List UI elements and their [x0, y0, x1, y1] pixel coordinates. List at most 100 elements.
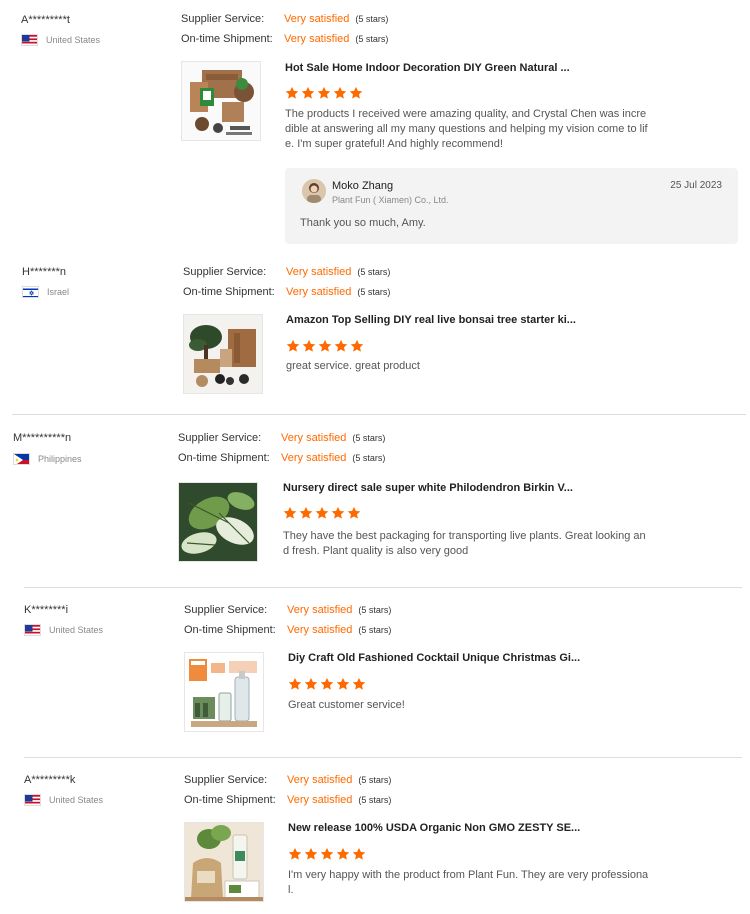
star-icon: [317, 86, 331, 100]
review-text: They have the best packaging for transpo…: [283, 530, 646, 557]
rating-count: (5 stars): [355, 34, 389, 44]
star-icon: [320, 847, 334, 861]
star-icon: [352, 847, 366, 861]
rating-value: Very satisfied: [286, 266, 352, 278]
review-text: great service. great product: [286, 360, 420, 372]
star-rating: [288, 847, 366, 861]
ontime-shipment-rating: On-time Shipment: Very satisfied (5 stars): [181, 33, 388, 45]
rating-value: Very satisfied: [287, 774, 353, 786]
star-icon: [288, 847, 302, 861]
supplier-service-label: Supplier Service:: [178, 432, 262, 444]
rating-value: Very satisfied: [284, 33, 350, 45]
ontime-shipment-rating: On-time Shipment: Very satisfied (5 stars): [184, 624, 391, 636]
rating-count: (5 stars): [355, 14, 389, 24]
rating-value: Very satisfied: [286, 286, 352, 298]
us-flag-icon: [24, 624, 41, 636]
supplier-service-label: Supplier Service:: [184, 604, 268, 616]
ontime-shipment-rating: On-time Shipment: Very satisfied (5 stars): [178, 452, 385, 464]
review-divider: [24, 757, 742, 758]
star-rating: [285, 86, 363, 100]
ontime-shipment-label: On-time Shipment:: [183, 286, 275, 298]
product-title-link[interactable]: Diy Craft Old Fashioned Cocktail Unique …: [288, 652, 580, 664]
country-name: United States: [46, 35, 101, 45]
buyer-country: Philippines: [13, 453, 82, 465]
rating-value: Very satisfied: [281, 452, 347, 464]
rating-count: (5 stars): [358, 795, 392, 805]
supplier-service-label: Supplier Service:: [184, 774, 268, 786]
country-name: United States: [49, 795, 104, 805]
star-icon: [352, 677, 366, 691]
rating-value: Very satisfied: [287, 794, 353, 806]
buyer-name: K********i: [24, 604, 69, 616]
ontime-shipment-rating: On-time Shipment: Very satisfied (5 stars): [183, 286, 390, 298]
product-title-link[interactable]: Amazon Top Selling DIY real live bonsai …: [286, 314, 576, 326]
star-icon: [336, 847, 350, 861]
review-text: Great customer service!: [288, 699, 405, 711]
reply-company: Plant Fun ( Xiamen) Co., Ltd.: [332, 195, 449, 205]
philippines-flag-icon: [13, 453, 30, 465]
star-icon: [304, 847, 318, 861]
buyer-country: United States: [24, 624, 103, 636]
reply-text: Thank you so much, Amy.: [300, 217, 426, 229]
rating-count: (5 stars): [358, 605, 392, 615]
rating-count: (5 stars): [358, 625, 392, 635]
star-icon: [334, 339, 348, 353]
rating-value: Very satisfied: [287, 604, 353, 616]
supplier-service-rating: Supplier Service: Very satisfied (5 stars): [181, 13, 388, 25]
buyer-name: A*********t: [21, 14, 70, 26]
rating-count: (5 stars): [357, 287, 391, 297]
ontime-shipment-rating: On-time Shipment: Very satisfied (5 stars): [184, 794, 391, 806]
star-icon: [302, 339, 316, 353]
supplier-service-rating: Supplier Service: Very satisfied (5 stars): [184, 774, 391, 786]
rating-value: Very satisfied: [281, 432, 347, 444]
product-thumbnail[interactable]: [184, 822, 264, 902]
supplier-reply: Moko Zhang Plant Fun ( Xiamen) Co., Ltd.…: [285, 168, 738, 244]
star-icon: [301, 86, 315, 100]
star-icon: [336, 677, 350, 691]
avatar: [302, 179, 326, 203]
ontime-shipment-label: On-time Shipment:: [181, 33, 273, 45]
buyer-country: United States: [24, 794, 103, 806]
star-icon: [299, 506, 313, 520]
country-name: Israel: [47, 287, 70, 297]
rating-count: (5 stars): [352, 453, 386, 463]
star-icon: [349, 86, 363, 100]
star-rating: [286, 339, 364, 353]
star-rating: [283, 506, 361, 520]
buyer-country: United States: [21, 34, 100, 46]
buyer-country: Israel: [22, 286, 69, 298]
reply-author-name: Moko Zhang: [332, 180, 394, 192]
product-thumbnail[interactable]: [184, 652, 264, 732]
star-rating: [288, 677, 366, 691]
country-name: United States: [49, 625, 104, 635]
rating-value: Very satisfied: [284, 13, 350, 25]
ontime-shipment-label: On-time Shipment:: [184, 624, 276, 636]
ontime-shipment-label: On-time Shipment:: [178, 452, 270, 464]
star-icon: [285, 86, 299, 100]
country-name: Philippines: [38, 454, 82, 464]
us-flag-icon: [24, 794, 41, 806]
rating-value: Very satisfied: [287, 624, 353, 636]
star-icon: [315, 506, 329, 520]
supplier-service-label: Supplier Service:: [183, 266, 267, 278]
supplier-service-rating: Supplier Service: Very satisfied (5 stars): [183, 266, 390, 278]
supplier-service-label: Supplier Service:: [181, 13, 265, 25]
buyer-name: A*********k: [24, 774, 76, 786]
review-text: I'm very happy with the product from Pla…: [288, 869, 649, 896]
product-title-link[interactable]: Hot Sale Home Indoor Decoration DIY Gree…: [285, 62, 570, 74]
star-icon: [288, 677, 302, 691]
israel-flag-icon: [22, 286, 39, 298]
star-icon: [347, 506, 361, 520]
review-divider: [24, 587, 742, 588]
star-icon: [286, 339, 300, 353]
star-icon: [350, 339, 364, 353]
product-thumbnail[interactable]: [178, 482, 258, 562]
product-title-link[interactable]: Nursery direct sale super white Philoden…: [283, 482, 573, 494]
product-thumbnail[interactable]: [183, 314, 263, 394]
star-icon: [331, 506, 345, 520]
star-icon: [333, 86, 347, 100]
product-title-link[interactable]: New release 100% USDA Organic Non GMO ZE…: [288, 822, 580, 834]
star-icon: [304, 677, 318, 691]
review-divider: [12, 414, 746, 415]
product-thumbnail[interactable]: [181, 61, 261, 141]
